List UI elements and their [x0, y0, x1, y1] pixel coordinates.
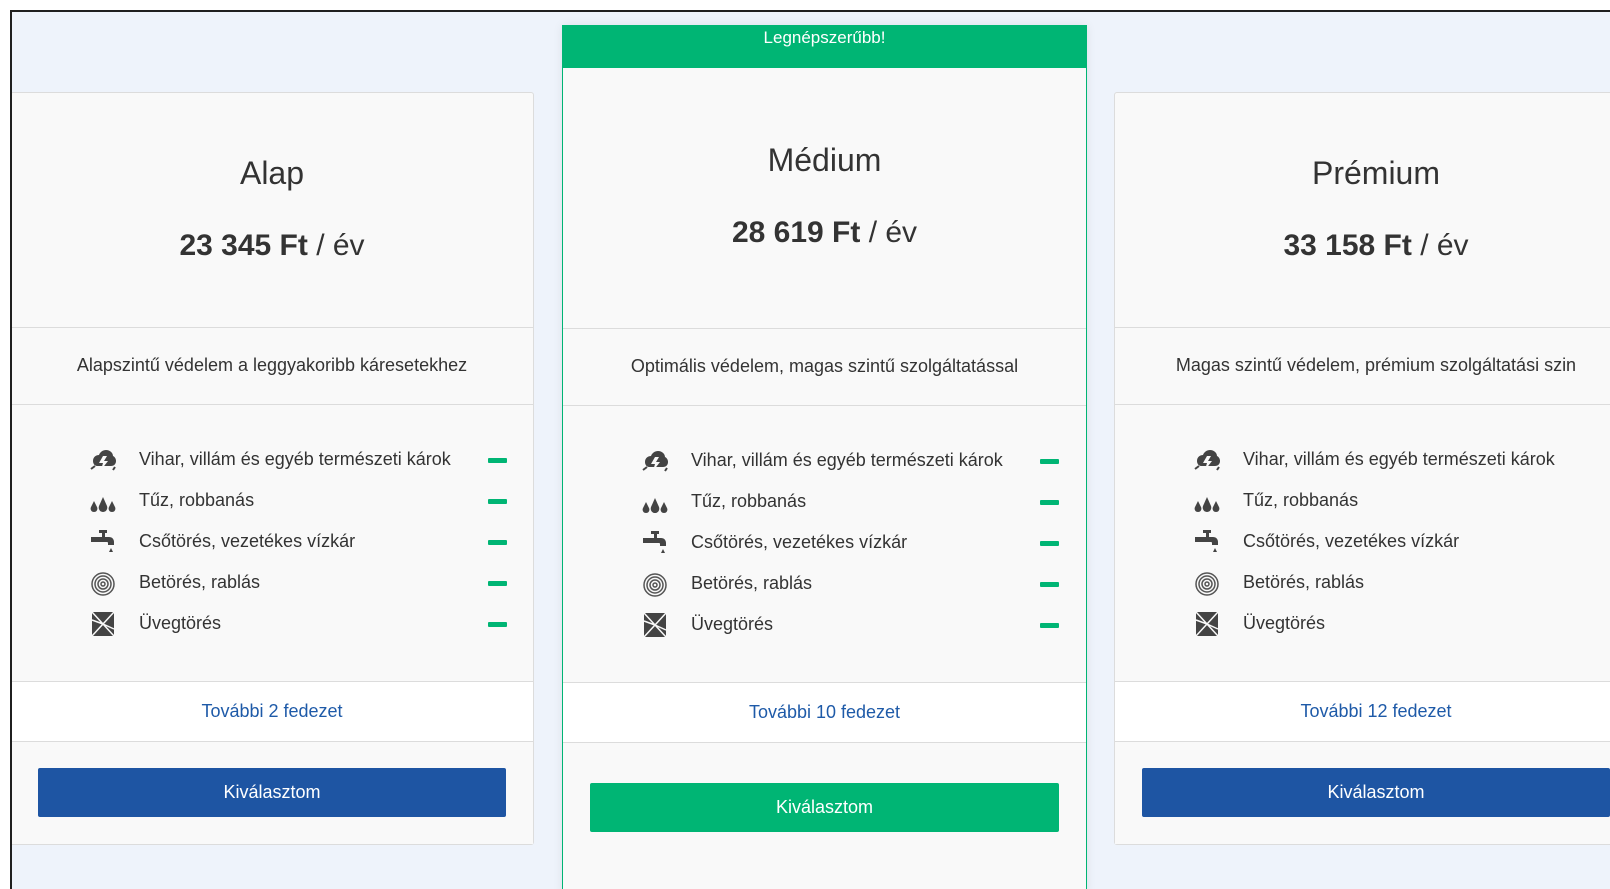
- feature-label: Csőtörés, vezetékes vízkár: [691, 532, 908, 552]
- feature-item: Csőtörés, vezetékes vízkár: [89, 528, 519, 556]
- feature-item: Tűz, robbanás: [1193, 487, 1610, 515]
- plan-description: Magas szintű védelem, prémium szolgáltat…: [1115, 327, 1610, 405]
- select-plan-button[interactable]: Kiválasztom: [590, 783, 1059, 832]
- plan-price: 28 619 Ft / év: [563, 216, 1086, 250]
- feature-label: Üvegtörés: [691, 614, 774, 634]
- plan-actions: Kiválasztom: [563, 743, 1086, 889]
- feature-item: Csőtörés, vezetékes vízkár: [1193, 528, 1610, 556]
- feature-label: Tűz, robbanás: [1243, 490, 1359, 510]
- storm-icon: [89, 447, 117, 473]
- more-coverage-link[interactable]: További 12 fedezet: [1115, 682, 1610, 742]
- feature-label: Vihar, villám és egyéb természeti károk: [1243, 449, 1555, 469]
- feature-item: Üvegtörés: [641, 611, 1071, 639]
- feature-list: Vihar, villám és egyéb természeti károk …: [563, 406, 1086, 683]
- price-amount: 23 345 Ft: [179, 229, 308, 262]
- faucet-icon: [89, 529, 117, 555]
- plan-header: Prémium 33 158 Ft / év: [1115, 93, 1610, 328]
- included-dash-icon: [488, 499, 507, 504]
- included-dash-icon: [488, 622, 507, 627]
- broken-glass-icon: [641, 612, 669, 638]
- feature-item: Üvegtörés: [89, 610, 519, 638]
- feature-label: Tűz, robbanás: [691, 491, 807, 511]
- fire-drops-icon: [89, 488, 117, 514]
- included-dash-icon: [488, 458, 507, 463]
- included-dash-icon: [488, 581, 507, 586]
- popular-ribbon: Legnépszerűbb!: [562, 25, 1087, 68]
- feature-item: Betörés, rablás: [89, 569, 519, 597]
- price-amount: 28 619 Ft: [731, 216, 861, 249]
- feature-item: Üvegtörés: [1193, 610, 1610, 638]
- feature-item: Csőtörés, vezetékes vízkár: [641, 529, 1071, 557]
- feature-item: Betörés, rablás: [641, 570, 1071, 598]
- feature-label: Üvegtörés: [1243, 613, 1326, 633]
- feature-item: Tűz, robbanás: [641, 488, 1071, 516]
- broken-glass-icon: [1193, 611, 1221, 637]
- feature-label: Csőtörés, vezetékes vízkár: [1243, 531, 1460, 551]
- included-dash-icon: [488, 540, 507, 545]
- included-dash-icon: [1040, 623, 1059, 628]
- included-dash-icon: [1040, 459, 1059, 464]
- storm-icon: [1193, 447, 1221, 473]
- feature-item: Vihar, villám és egyéb természeti károk: [89, 446, 519, 474]
- feature-label: Betörés, rablás: [139, 572, 261, 592]
- plan-price: 23 345 Ft / év: [12, 229, 533, 263]
- fingerprint-icon: [89, 570, 117, 596]
- feature-label: Csőtörés, vezetékes vízkár: [139, 531, 356, 551]
- plan-title: Prémium: [1311, 155, 1440, 191]
- plan-card-premium: Prémium 33 158 Ft / év Magas szintű véde…: [1114, 92, 1610, 845]
- fire-drops-icon: [1193, 488, 1221, 514]
- feature-label: Vihar, villám és egyéb természeti károk: [139, 449, 451, 469]
- price-period: / év: [307, 229, 365, 262]
- select-plan-button[interactable]: Kiválasztom: [1142, 768, 1610, 817]
- plan-price: 33 158 Ft / év: [1115, 229, 1610, 263]
- fire-drops-icon: [641, 489, 669, 515]
- price-period: / év: [1411, 229, 1469, 262]
- plan-card-alap: Alap 23 345 Ft / év Alapszintű védelem a…: [12, 92, 534, 845]
- select-plan-button[interactable]: Kiválasztom: [38, 768, 506, 817]
- feature-list: Vihar, villám és egyéb természeti károk …: [1115, 405, 1610, 682]
- feature-label: Üvegtörés: [139, 613, 222, 633]
- plan-description: Optimális védelem, magas szintű szolgált…: [563, 328, 1086, 406]
- feature-list: Vihar, villám és egyéb természeti károk …: [12, 405, 533, 682]
- pricing-section: Alap 23 345 Ft / év Alapszintű védelem a…: [10, 10, 1610, 889]
- included-dash-icon: [1040, 582, 1059, 587]
- more-coverage-link[interactable]: További 2 fedezet: [12, 682, 533, 742]
- plan-actions: Kiválasztom: [12, 742, 533, 844]
- included-dash-icon: [1040, 541, 1059, 546]
- fingerprint-icon: [1193, 570, 1221, 596]
- price-period: / év: [860, 216, 918, 249]
- fingerprint-icon: [641, 571, 669, 597]
- storm-icon: [641, 448, 669, 474]
- faucet-icon: [1193, 529, 1221, 555]
- feature-label: Betörés, rablás: [1243, 572, 1365, 592]
- feature-item: Tűz, robbanás: [89, 487, 519, 515]
- plan-card-medium: Legnépszerűbb! Médium 28 619 Ft / év Opt…: [562, 25, 1087, 889]
- plan-header: Alap 23 345 Ft / év: [12, 93, 533, 328]
- plan-title: Alap: [239, 155, 305, 191]
- price-amount: 33 158 Ft: [1283, 229, 1412, 262]
- plan-actions: Kiválasztom: [1115, 742, 1610, 844]
- plan-title: Médium: [767, 142, 882, 178]
- feature-item: Vihar, villám és egyéb természeti károk: [641, 447, 1071, 475]
- feature-item: Vihar, villám és egyéb természeti károk: [1193, 446, 1610, 474]
- plan-header: Legnépszerűbb! Médium 28 619 Ft / év: [562, 25, 1087, 329]
- feature-item: Betörés, rablás: [1193, 569, 1610, 597]
- plan-description: Alapszintű védelem a leggyakoribb kárese…: [12, 327, 533, 405]
- included-dash-icon: [1040, 500, 1059, 505]
- more-coverage-link[interactable]: További 10 fedezet: [563, 683, 1086, 743]
- faucet-icon: [641, 530, 669, 556]
- feature-label: Tűz, robbanás: [139, 490, 255, 510]
- feature-label: Betörés, rablás: [691, 573, 813, 593]
- feature-label: Vihar, villám és egyéb természeti károk: [691, 450, 1003, 470]
- broken-glass-icon: [89, 611, 117, 637]
